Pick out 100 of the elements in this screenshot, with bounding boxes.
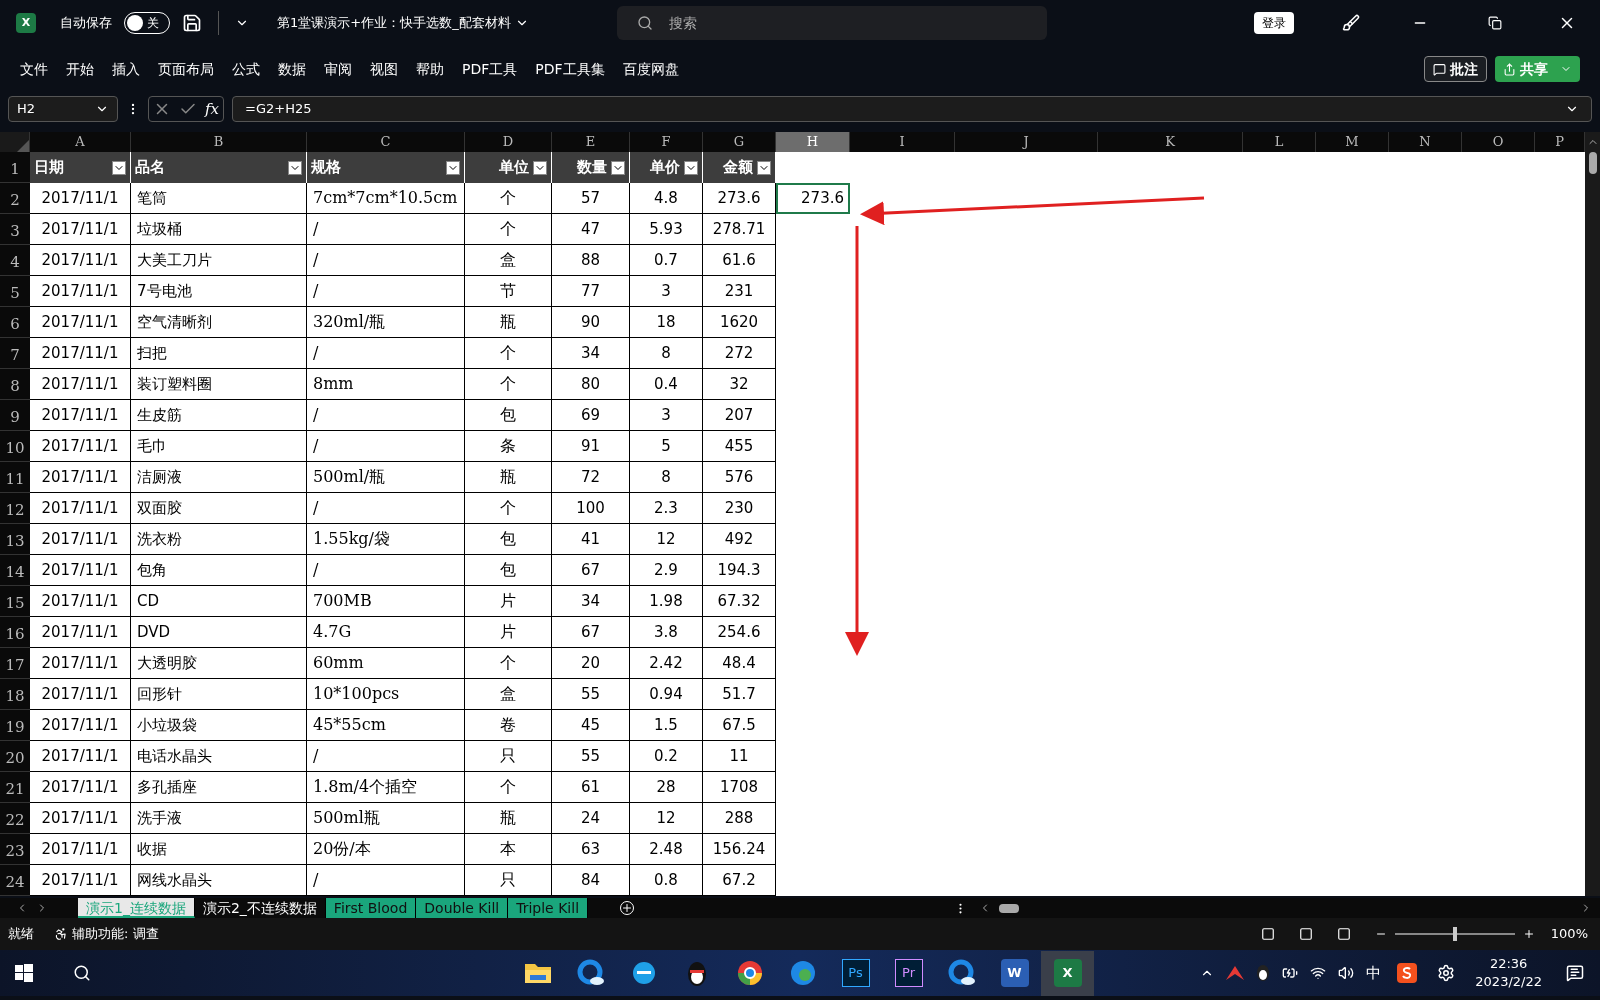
row-header[interactable]: 9	[0, 400, 30, 431]
battery-icon[interactable]	[1282, 965, 1299, 981]
filter-icon[interactable]	[112, 160, 126, 175]
folder-icon[interactable]	[523, 961, 552, 985]
row-header[interactable]: 22	[0, 803, 30, 834]
row-header[interactable]: 21	[0, 772, 30, 803]
accessibility-status[interactable]: 辅助功能: 调查	[72, 924, 159, 944]
menu-item[interactable]: 开始	[66, 58, 94, 80]
start-icon[interactable]	[15, 964, 33, 982]
row-header[interactable]: 10	[0, 431, 30, 462]
column-header[interactable]: L	[1243, 132, 1316, 152]
menu-item[interactable]: 百度网盘	[622, 58, 679, 80]
row-header[interactable]: 15	[0, 586, 30, 617]
penguin-icon[interactable]	[1256, 964, 1271, 982]
row-header[interactable]: 2	[0, 183, 30, 214]
menu-item[interactable]: 页面布局	[158, 58, 214, 80]
sheet-tab[interactable]: Triple Kill	[508, 898, 589, 918]
app-icon[interactable]: Ps	[841, 959, 870, 987]
filter-icon[interactable]	[684, 160, 698, 175]
save-icon[interactable]	[182, 13, 202, 33]
column-header[interactable]: O	[1462, 132, 1535, 152]
sogou-icon[interactable]	[1397, 963, 1418, 983]
row-header[interactable]: 17	[0, 648, 30, 679]
column-header[interactable]: J	[955, 132, 1098, 152]
menu-item[interactable]: 数据	[278, 58, 306, 80]
menu-item[interactable]: 公式	[232, 58, 260, 80]
insert-function-button[interactable]: fx	[205, 97, 219, 121]
zoom-in-icon[interactable]	[1522, 928, 1535, 940]
column-header[interactable]: A	[30, 132, 131, 152]
row-header[interactable]: 14	[0, 555, 30, 586]
column-header[interactable]: I	[850, 132, 955, 152]
zoom-thumb[interactable]	[1452, 927, 1457, 941]
sheet-tab[interactable]: Double Kill	[416, 898, 509, 918]
clock-time[interactable]: 22:36	[1489, 955, 1528, 973]
search-field[interactable]: 搜索	[616, 6, 1047, 40]
restore-icon[interactable]	[1488, 16, 1502, 30]
menu-item[interactable]: 审阅	[324, 58, 352, 80]
row-header[interactable]: 3	[0, 214, 30, 245]
row-header[interactable]: 23	[0, 834, 30, 865]
row-header[interactable]: 4	[0, 245, 30, 276]
taskbar-button[interactable]: W	[988, 950, 1041, 996]
row-header[interactable]: 12	[0, 493, 30, 524]
column-header[interactable]: H	[776, 132, 850, 152]
name-box[interactable]: H2	[8, 96, 118, 122]
filter-icon[interactable]	[446, 160, 460, 175]
selected-cell[interactable]: 273.6	[776, 183, 850, 214]
row-header[interactable]: 18	[0, 679, 30, 710]
app-icon[interactable]: Pr	[894, 959, 923, 987]
row-header[interactable]: 8	[0, 369, 30, 400]
row-header[interactable]: 7	[0, 338, 30, 369]
chrome-icon[interactable]	[735, 959, 764, 987]
clock-date[interactable]: 2023/2/22	[1475, 973, 1542, 991]
row-header[interactable]: 6	[0, 307, 30, 338]
row-header[interactable]: 20	[0, 741, 30, 772]
menu-item[interactable]: PDF工具集	[535, 58, 605, 80]
column-header[interactable]: B	[131, 132, 307, 152]
page-layout-icon[interactable]	[1298, 927, 1313, 941]
row-header[interactable]: 1	[0, 152, 30, 183]
row-header[interactable]: 19	[0, 710, 30, 741]
filter-icon[interactable]	[757, 160, 771, 175]
search-icon[interactable]	[73, 964, 91, 982]
filter-icon[interactable]	[288, 160, 302, 175]
filter-icon[interactable]	[611, 160, 625, 175]
browser-icon[interactable]	[576, 959, 605, 987]
column-header[interactable]: C	[307, 132, 465, 152]
login-button[interactable]: 登录	[1254, 12, 1294, 34]
column-header[interactable]: K	[1098, 132, 1243, 152]
menu-item[interactable]: 帮助	[416, 58, 444, 80]
scroll-thumb[interactable]	[1588, 152, 1597, 174]
taskbar-button[interactable]: X	[1041, 950, 1094, 996]
input-method[interactable]: 中	[1366, 961, 1382, 985]
accessibility-icon[interactable]	[54, 927, 68, 941]
column-header[interactable]: D	[465, 132, 552, 152]
excel-icon[interactable]: X	[1053, 959, 1082, 987]
column-header[interactable]: P	[1535, 132, 1585, 152]
taskbar-button[interactable]: Pr	[882, 950, 935, 996]
scroll-thumb[interactable]	[999, 903, 1020, 913]
page-break-icon[interactable]	[1336, 927, 1351, 941]
taskbar-button[interactable]: Ps	[829, 950, 882, 996]
wifi-icon[interactable]	[1310, 965, 1327, 981]
settings-icon[interactable]	[1437, 964, 1456, 982]
column-header[interactable]: N	[1389, 132, 1462, 152]
menu-item[interactable]: 插入	[112, 58, 140, 80]
normal-view-icon[interactable]	[1260, 927, 1275, 941]
word-icon[interactable]: W	[1000, 959, 1029, 987]
comments-button[interactable]: 批注	[1424, 56, 1487, 82]
tray-app-icon[interactable]	[1226, 966, 1245, 980]
browser-icon[interactable]	[947, 959, 976, 987]
zoom-reading[interactable]: 100%	[1550, 924, 1588, 944]
sheet-tab[interactable]: First Blood	[325, 898, 417, 918]
row-header[interactable]: 5	[0, 276, 30, 307]
menu-item[interactable]: 文件	[20, 58, 48, 80]
row-header[interactable]: 24	[0, 865, 30, 896]
menu-item[interactable]: 视图	[370, 58, 398, 80]
formula-field[interactable]: =G2+H25	[232, 96, 1592, 122]
column-header[interactable]: G	[703, 132, 776, 152]
document-title[interactable]: 第1堂课演示+作业：快手选数_配套材料	[277, 13, 529, 33]
column-header[interactable]: M	[1316, 132, 1389, 152]
column-header[interactable]: E	[552, 132, 630, 152]
column-header[interactable]: F	[630, 132, 703, 152]
